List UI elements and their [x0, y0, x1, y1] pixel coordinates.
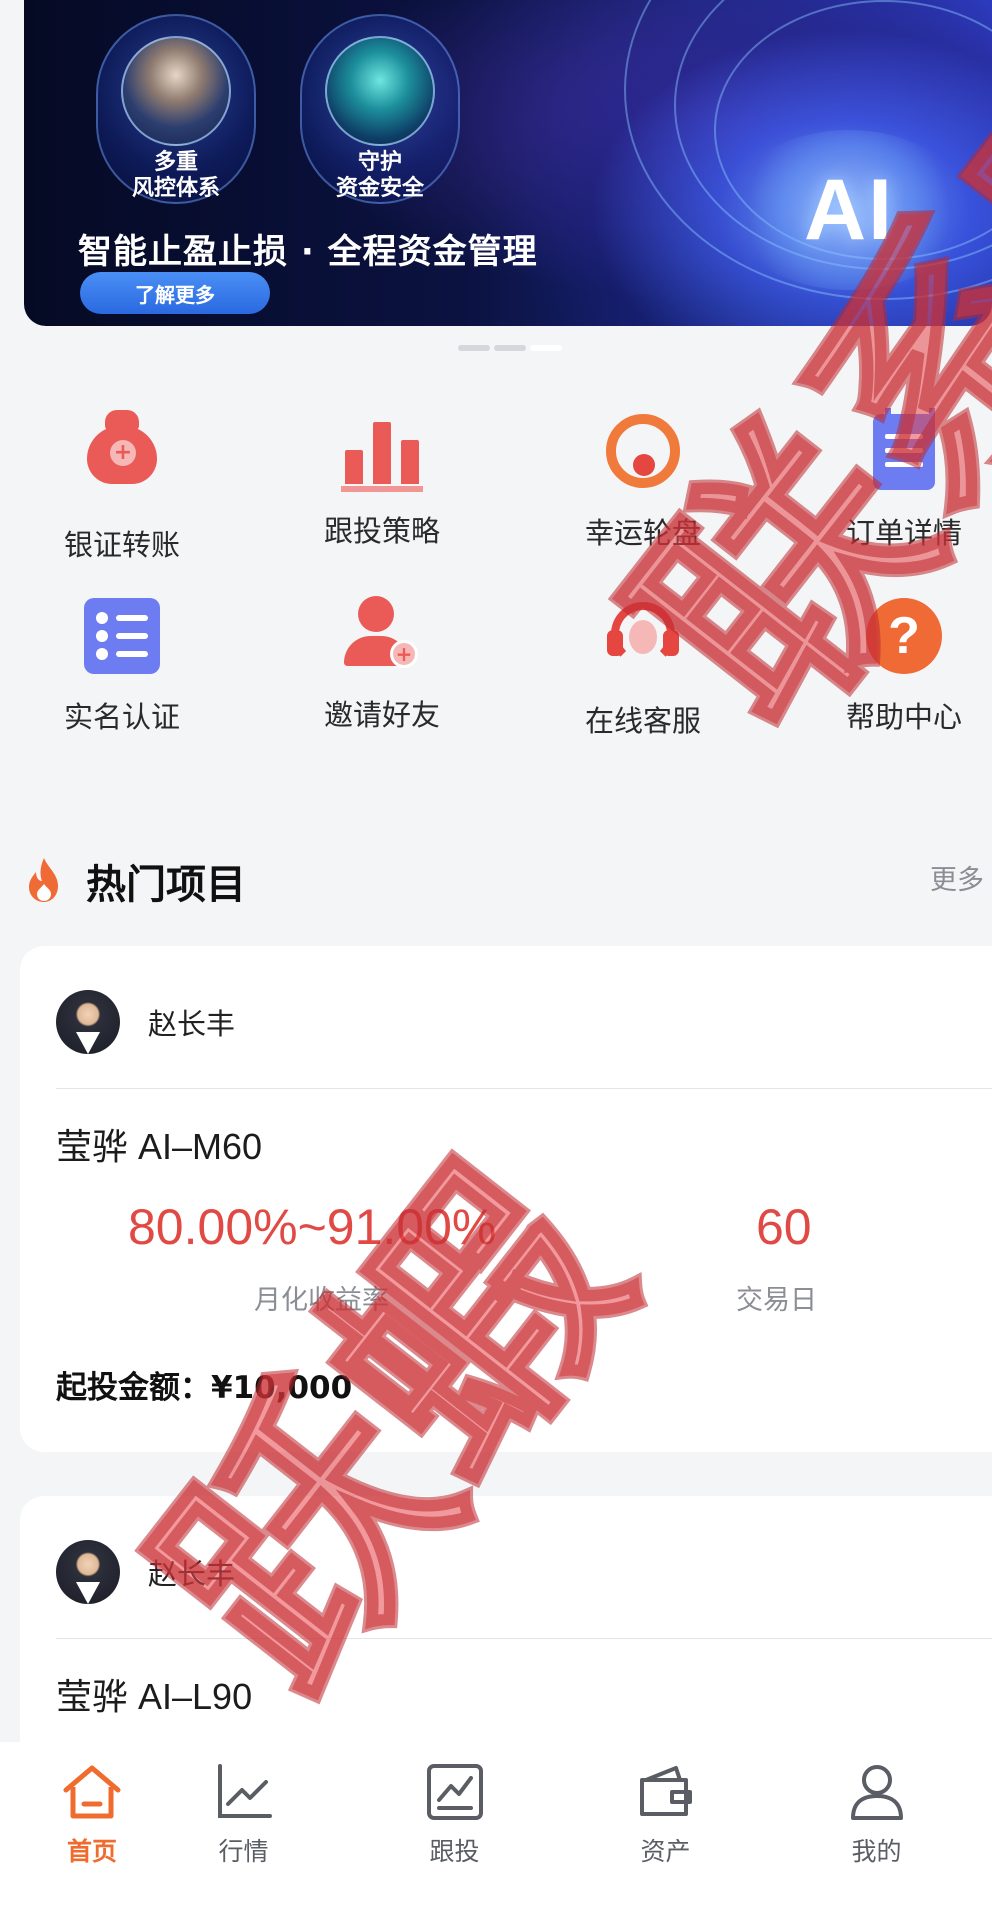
quick-action-grid: 银证转账 跟投策略 幸运轮盘 [0, 408, 992, 780]
manager-name: 赵长丰 [148, 1557, 236, 1591]
wheel-icon [606, 414, 680, 488]
ai-logo-text: AI [804, 161, 894, 258]
more-link[interactable]: 更多 [930, 858, 984, 897]
home-icon [63, 1765, 121, 1819]
action-label: 跟投策略 [323, 514, 440, 548]
banner-badge: 守护 资金安全 [300, 14, 460, 204]
action-label: 银证转账 [63, 528, 180, 562]
action-label: 幸运轮盘 [584, 516, 701, 550]
action-copy-strategy[interactable]: 跟投策略 [282, 408, 482, 550]
avatar [56, 990, 120, 1054]
action-label: 订单详情 [845, 516, 962, 550]
add-user-icon: + [340, 596, 424, 676]
tab-label: 跟投 [429, 1837, 480, 1866]
tab-label: 行情 [218, 1837, 269, 1866]
businessman-image [121, 36, 231, 146]
tab-label: 首页 [66, 1837, 117, 1866]
checklist-icon [84, 598, 160, 674]
carousel-dot[interactable] [458, 345, 490, 351]
tab-label: 我的 [851, 1837, 902, 1866]
clipboard-icon [873, 408, 935, 490]
divider [56, 1088, 992, 1089]
action-label: 邀请好友 [323, 698, 440, 732]
profile-icon [850, 1765, 903, 1820]
promo-banner[interactable]: 多重 风控体系 守护 资金安全 AI 智能止盈止损 · 全程资金管理 了解更多 [24, 0, 992, 326]
project-card[interactable]: 赵长丰 莹骅 AI–M60 80.00%~91.00% 60 月化收益率 交易日… [20, 946, 992, 1452]
action-label: 帮助中心 [845, 700, 962, 734]
manager-info: 赵长丰 [56, 990, 235, 1054]
min-invest-label: 起投金额： [56, 1370, 211, 1406]
tab-profile[interactable]: 我的 [771, 1742, 982, 1912]
manager-name: 赵长丰 [148, 1007, 236, 1041]
min-invest-value: ¥10,000 [211, 1370, 353, 1406]
carousel-dot[interactable] [494, 345, 526, 351]
banner-badge: 多重 风控体系 [96, 14, 256, 204]
avatar [56, 1540, 120, 1604]
tab-home[interactable]: 首页 [46, 1742, 138, 1912]
help-icon: ? [866, 598, 942, 674]
learn-more-button[interactable]: 了解更多 [80, 272, 270, 314]
monthly-return-value: 80.00%~91.00% [128, 1199, 497, 1255]
hot-projects-header: 热门项目 更多 [24, 846, 992, 908]
badge-label: 多重 风控体系 [131, 150, 220, 201]
bar-chart-icon [341, 412, 423, 492]
action-help-center[interactable]: ? 帮助中心 [804, 594, 992, 736]
tab-market[interactable]: 行情 [138, 1742, 349, 1912]
banner-slogan: 智能止盈止损 · 全程资金管理 [78, 232, 538, 272]
section-title: 热门项目 [86, 862, 246, 908]
product-name: 莹骅 AI–M60 [56, 1126, 263, 1167]
tab-assets[interactable]: 资产 [560, 1742, 771, 1912]
robot-image [325, 36, 435, 146]
action-bank-transfer[interactable]: 银证转账 [22, 408, 222, 564]
divider [56, 1638, 992, 1639]
fire-icon [29, 858, 58, 902]
tab-follow[interactable]: 跟投 [349, 1742, 560, 1912]
headset-icon [605, 602, 681, 672]
app-page: 多重 风控体系 守护 资金安全 AI 智能止盈止损 · 全程资金管理 了解更多 … [0, 0, 992, 1912]
min-invest: 起投金额：¥10,000 [56, 1362, 352, 1407]
trend-doc-icon [426, 1764, 483, 1820]
money-bag-icon [87, 410, 157, 484]
trading-days-value: 60 [756, 1199, 812, 1255]
monthly-return-label: 月化收益率 [254, 1285, 389, 1316]
manager-info: 赵长丰 [56, 1540, 235, 1604]
action-real-name-auth[interactable]: 实名认证 [22, 594, 222, 736]
action-online-support[interactable]: 在线客服 [543, 594, 743, 740]
carousel-indicator[interactable] [458, 345, 562, 351]
action-label: 在线客服 [584, 704, 701, 738]
product-name: 莹骅 AI–L90 [56, 1676, 253, 1717]
badge-label: 守护 资金安全 [335, 150, 424, 201]
action-lucky-wheel[interactable]: 幸运轮盘 [543, 408, 743, 552]
trading-days-label: 交易日 [736, 1285, 817, 1316]
wallet-icon [639, 1766, 692, 1816]
bottom-tab-bar: 首页 行情 跟投 资产 我的 [0, 1742, 992, 1912]
action-order-details[interactable]: 订单详情 [804, 408, 992, 552]
line-chart-icon [217, 1764, 272, 1818]
carousel-dot-active[interactable] [530, 345, 562, 351]
action-invite-friends[interactable]: + 邀请好友 [282, 594, 482, 734]
tab-label: 资产 [640, 1837, 691, 1866]
action-label: 实名认证 [63, 700, 180, 734]
ai-logo: AI [729, 130, 969, 290]
